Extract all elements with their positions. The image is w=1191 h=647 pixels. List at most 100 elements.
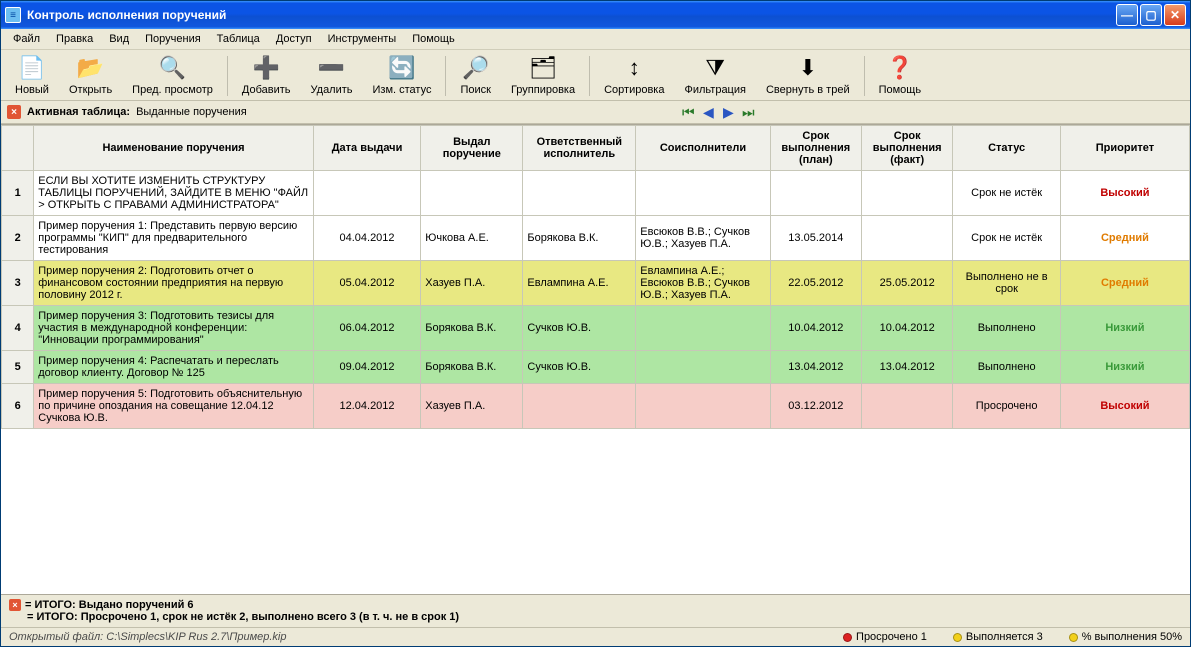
cell-plan bbox=[770, 171, 861, 216]
cell-coexecutors: Евлампина А.Е.; Евсюков В.В.; Сучков Ю.В… bbox=[636, 261, 770, 306]
dot-yellow2-icon bbox=[1069, 633, 1078, 642]
col-header-4[interactable]: Ответственный исполнитель bbox=[523, 126, 636, 171]
cell-priority: Высокий bbox=[1060, 171, 1189, 216]
cell-name: Пример поручения 1: Представить первую в… bbox=[34, 216, 314, 261]
toolbar-separator bbox=[589, 56, 590, 96]
menu-item-помощь[interactable]: Помощь bbox=[404, 31, 463, 47]
cell-priority: Низкий bbox=[1060, 351, 1189, 384]
cell-rownum: 6 bbox=[2, 384, 34, 429]
nav-prev-icon[interactable]: ◀ bbox=[699, 103, 717, 121]
table-row[interactable]: 3Пример поручения 2: Подготовить отчет о… bbox=[2, 261, 1190, 306]
удалить-icon: ➖ bbox=[318, 54, 346, 82]
col-header-8[interactable]: Статус bbox=[953, 126, 1061, 171]
toolbar-поиск[interactable]: 🔎Поиск bbox=[450, 52, 500, 100]
cell-plan: 22.05.2012 bbox=[770, 261, 861, 306]
toolbar-separator bbox=[864, 56, 865, 96]
пред-просмотр-icon: 🔍 bbox=[159, 54, 187, 82]
menu-item-файл[interactable]: Файл bbox=[5, 31, 48, 47]
cell-issuer: Борякова В.К. bbox=[421, 351, 523, 384]
cell-fact: 25.05.2012 bbox=[862, 261, 953, 306]
minimize-button[interactable]: — bbox=[1116, 4, 1138, 26]
col-header-1[interactable]: Наименование поручения bbox=[34, 126, 314, 171]
cell-rownum: 1 bbox=[2, 171, 34, 216]
cell-coexecutors bbox=[636, 171, 770, 216]
table-row[interactable]: 2Пример поручения 1: Представить первую … bbox=[2, 216, 1190, 261]
status-filepath: Открытый файл: C:\Simplecs\KIP Rus 2.7\П… bbox=[9, 631, 817, 643]
table-header-row: Наименование порученияДата выдачиВыдал п… bbox=[2, 126, 1190, 171]
cell-name: Пример поручения 5: Подготовить объяснит… bbox=[34, 384, 314, 429]
menu-item-вид[interactable]: Вид bbox=[101, 31, 137, 47]
menu-item-инструменты[interactable]: Инструменты bbox=[320, 31, 405, 47]
table-row[interactable]: 4Пример поручения 3: Подготовить тезисы … bbox=[2, 306, 1190, 351]
toolbar-свернуть-в-трей[interactable]: ⬇Свернуть в трей bbox=[756, 52, 860, 100]
close-button[interactable]: ✕ bbox=[1164, 4, 1186, 26]
tasks-table[interactable]: Наименование порученияДата выдачиВыдал п… bbox=[1, 125, 1190, 429]
window-title: Контроль исполнения поручений bbox=[27, 8, 1116, 22]
cell-status: Выполнено bbox=[953, 351, 1061, 384]
status-percent: % выполнения 50% bbox=[1069, 631, 1182, 643]
добавить-icon: ➕ bbox=[252, 54, 280, 82]
col-header-7[interactable]: Срок выполнения (факт) bbox=[862, 126, 953, 171]
поиск-icon: 🔎 bbox=[462, 54, 490, 82]
nav-next-icon[interactable]: ▶ bbox=[719, 103, 737, 121]
toolbar-пред-просмотр[interactable]: 🔍Пред. просмотр bbox=[122, 52, 223, 100]
summary-close-icon[interactable]: × bbox=[9, 599, 21, 611]
toolbar-изм-статус[interactable]: 🔄Изм. статус bbox=[363, 52, 442, 100]
cell-status: Выполнено bbox=[953, 306, 1061, 351]
cell-name: Пример поручения 4: Распечатать и пересл… bbox=[34, 351, 314, 384]
col-header-3[interactable]: Выдал поручение bbox=[421, 126, 523, 171]
toolbar-label: Сортировка bbox=[604, 84, 664, 96]
сортировка-icon: ↕ bbox=[620, 54, 648, 82]
toolbar-фильтрация[interactable]: ⧩Фильтрация bbox=[674, 52, 755, 100]
помощь-icon: ❓ bbox=[886, 54, 914, 82]
table-row[interactable]: 1ЕСЛИ ВЫ ХОТИТЕ ИЗМЕНИТЬ СТРУКТУРУ ТАБЛИ… bbox=[2, 171, 1190, 216]
col-header-2[interactable]: Дата выдачи bbox=[313, 126, 421, 171]
col-header-5[interactable]: Соисполнители bbox=[636, 126, 770, 171]
cell-priority: Низкий bbox=[1060, 306, 1189, 351]
col-header-0[interactable] bbox=[2, 126, 34, 171]
toolbar-открыть[interactable]: 📂Открыть bbox=[59, 52, 122, 100]
nav-last-icon[interactable]: ⏭ bbox=[739, 103, 757, 121]
toolbar-удалить[interactable]: ➖ Удалить bbox=[301, 52, 363, 100]
cell-name: Пример поручения 3: Подготовить тезисы д… bbox=[34, 306, 314, 351]
menu-item-правка[interactable]: Правка bbox=[48, 31, 101, 47]
toolbar-label: Открыть bbox=[69, 84, 112, 96]
toolbar-separator bbox=[227, 56, 228, 96]
table-row[interactable]: 5Пример поручения 4: Распечатать и перес… bbox=[2, 351, 1190, 384]
col-header-9[interactable]: Приоритет bbox=[1060, 126, 1189, 171]
col-header-6[interactable]: Срок выполнения (план) bbox=[770, 126, 861, 171]
toolbar-сортировка[interactable]: ↕ Сортировка bbox=[594, 52, 674, 100]
cell-date: 05.04.2012 bbox=[313, 261, 421, 306]
cell-priority: Высокий bbox=[1060, 384, 1189, 429]
table-row[interactable]: 6Пример поручения 5: Подготовить объясни… bbox=[2, 384, 1190, 429]
menu-item-доступ[interactable]: Доступ bbox=[268, 31, 320, 47]
toolbar-label: Группировка bbox=[511, 84, 575, 96]
toolbar-добавить[interactable]: ➕Добавить bbox=[232, 52, 301, 100]
menu-item-таблица[interactable]: Таблица bbox=[209, 31, 268, 47]
cell-rownum: 3 bbox=[2, 261, 34, 306]
close-table-icon[interactable]: × bbox=[7, 105, 21, 119]
nav-first-icon[interactable]: ⏮ bbox=[679, 103, 697, 121]
cell-fact bbox=[862, 216, 953, 261]
toolbar-группировка[interactable]: 🗂Группировка bbox=[501, 52, 585, 100]
maximize-button[interactable]: ▢ bbox=[1140, 4, 1162, 26]
cell-status: Срок не истёк bbox=[953, 216, 1061, 261]
cell-plan: 10.04.2012 bbox=[770, 306, 861, 351]
cell-name: ЕСЛИ ВЫ ХОТИТЕ ИЗМЕНИТЬ СТРУКТУРУ ТАБЛИЦ… bbox=[34, 171, 314, 216]
cell-coexecutors bbox=[636, 384, 770, 429]
свернуть-в-трей-icon: ⬇ bbox=[794, 54, 822, 82]
cell-status: Срок не истёк bbox=[953, 171, 1061, 216]
cell-fact: 13.04.2012 bbox=[862, 351, 953, 384]
statusbar: Открытый файл: C:\Simplecs\KIP Rus 2.7\П… bbox=[1, 627, 1190, 646]
cell-plan: 13.05.2014 bbox=[770, 216, 861, 261]
toolbar-помощь[interactable]: ❓Помощь bbox=[869, 52, 932, 100]
фильтрация-icon: ⧩ bbox=[701, 54, 729, 82]
toolbar-новый[interactable]: 📄Новый bbox=[5, 52, 59, 100]
toolbar-label: Удалить bbox=[311, 84, 353, 96]
cell-date: 04.04.2012 bbox=[313, 216, 421, 261]
cell-date: 12.04.2012 bbox=[313, 384, 421, 429]
summary-line-1: = ИТОГО: Выдано поручений 6 bbox=[25, 599, 194, 611]
cell-coexecutors: Евсюков В.В.; Сучков Ю.В.; Хазуев П.А. bbox=[636, 216, 770, 261]
cell-fact bbox=[862, 384, 953, 429]
menu-item-поручения[interactable]: Поручения bbox=[137, 31, 209, 47]
